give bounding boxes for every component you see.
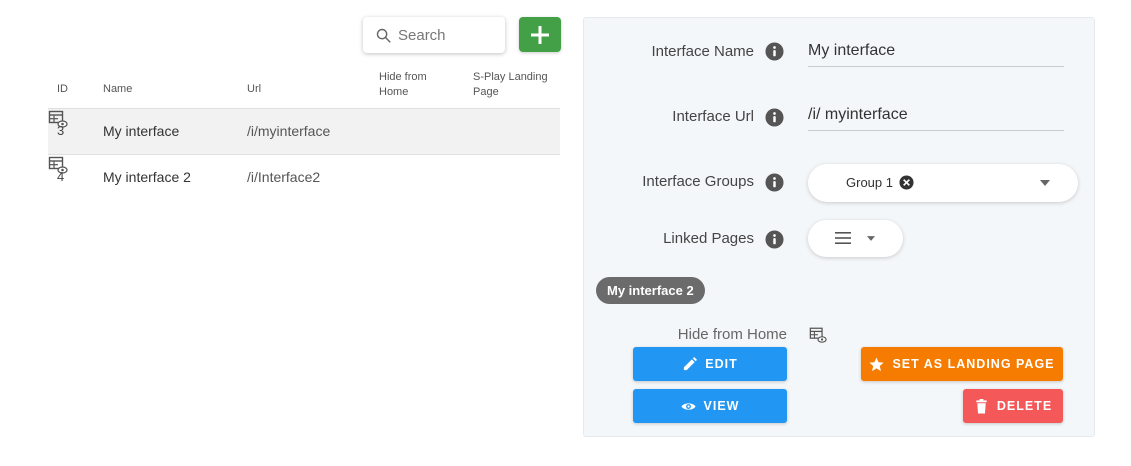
table-header: ID Name Url Hide from Home S-Play Landin…	[48, 70, 560, 108]
set-as-landing-page-button[interactable]: SET AS LANDING PAGE	[861, 347, 1063, 381]
row-name: My interface	[103, 123, 180, 139]
search-box[interactable]	[363, 17, 505, 53]
interface-name-label: Interface Name	[651, 43, 754, 60]
interface-url-label: Interface Url	[672, 108, 754, 125]
edit-button-label: EDIT	[705, 357, 738, 371]
row-url: /i/Interface2	[247, 169, 321, 185]
row-url: /i/myinterface	[247, 123, 331, 139]
delete-button-label: DELETE	[996, 399, 1053, 413]
edit-button[interactable]: EDIT	[633, 347, 787, 381]
interface-url-field[interactable]: /i/ myinterface	[808, 106, 1064, 131]
menu-icon	[835, 232, 851, 244]
search-icon	[376, 28, 391, 43]
set-as-landing-page-label: SET AS LANDING PAGE	[892, 357, 1055, 371]
close-circle-icon[interactable]	[899, 175, 914, 190]
search-input[interactable]	[398, 26, 498, 44]
table-eye-icon[interactable]	[809, 326, 827, 344]
eye-icon	[680, 402, 696, 410]
add-interface-button[interactable]	[519, 17, 561, 52]
view-button-label: VIEW	[703, 399, 740, 413]
interface-groups-select[interactable]: Group 1	[808, 164, 1078, 202]
table-row[interactable]: 4 My interface 2 /i/Interface2	[48, 155, 560, 200]
interface-name-field[interactable]: My interface	[808, 42, 1064, 67]
row-id: 3	[57, 123, 65, 138]
caret-down-icon	[867, 236, 875, 241]
linked-pages-select[interactable]	[808, 220, 903, 257]
caret-down-icon[interactable]	[1040, 180, 1050, 186]
column-header-hide-from-home[interactable]: Hide from Home	[379, 70, 441, 100]
group-chip-label: Group 1	[846, 175, 893, 190]
info-icon[interactable]	[765, 230, 784, 249]
column-header-url[interactable]: Url	[247, 82, 261, 97]
interface-groups-label: Interface Groups	[642, 173, 754, 190]
linked-page-chip[interactable]: My interface 2	[596, 277, 705, 304]
delete-button[interactable]: DELETE	[963, 389, 1063, 423]
info-icon[interactable]	[765, 173, 784, 192]
table-row[interactable]: 3 My interface /i/myinterface	[48, 109, 560, 154]
plus-icon	[531, 25, 549, 44]
linked-pages-label: Linked Pages	[663, 230, 754, 247]
interface-detail-panel: Interface Name My interface Interface Ur…	[583, 17, 1095, 437]
row-id: 4	[57, 169, 65, 184]
column-header-name[interactable]: Name	[103, 82, 132, 97]
star-icon	[869, 356, 885, 371]
row-name: My interface 2	[103, 169, 191, 185]
column-header-id[interactable]: ID	[57, 82, 68, 97]
pencil-icon	[684, 356, 698, 370]
info-icon[interactable]	[765, 42, 784, 61]
hide-from-home-label: Hide from Home	[677, 326, 787, 343]
column-header-splay-landing-page[interactable]: S-Play Landing Page	[473, 70, 563, 100]
trash-icon	[976, 398, 987, 414]
view-button[interactable]: VIEW	[633, 389, 787, 423]
info-icon[interactable]	[765, 108, 784, 127]
